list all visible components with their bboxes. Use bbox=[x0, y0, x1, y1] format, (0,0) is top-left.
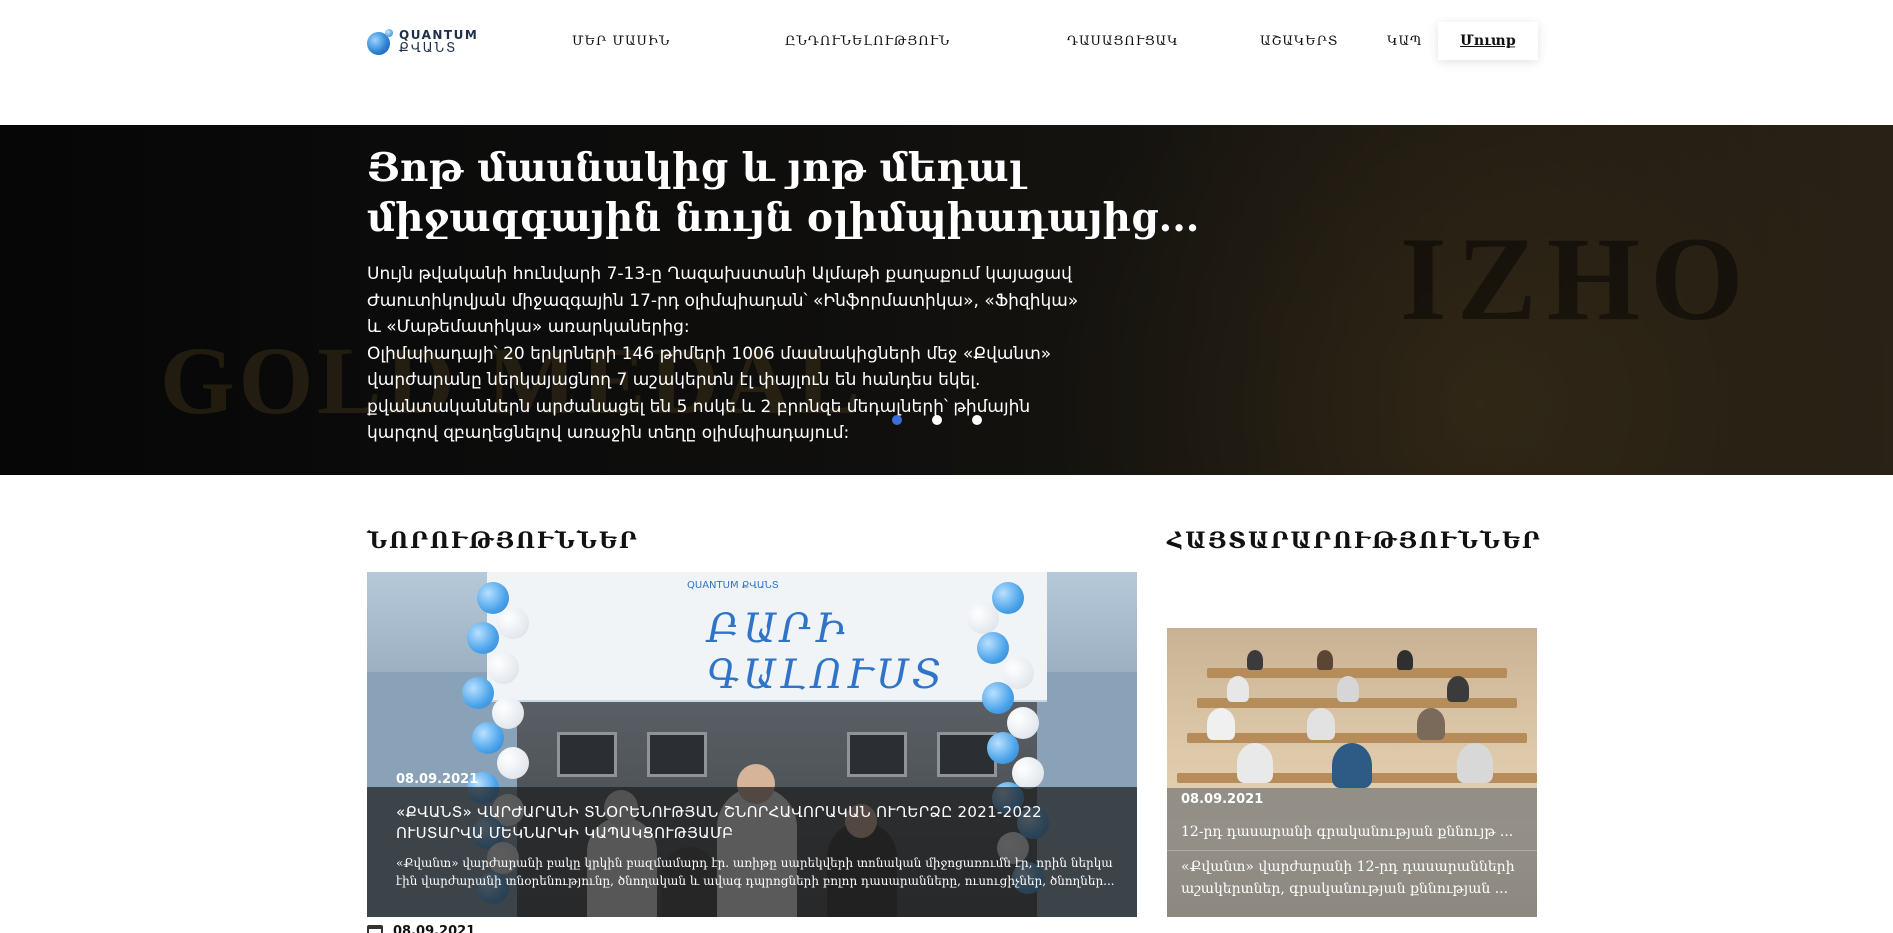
slider-dot-3[interactable] bbox=[972, 415, 982, 425]
banner-logo: QUANTUM ՔՎԱՆՏ bbox=[687, 580, 779, 591]
nav-item-schedule[interactable]: ԴԱՍԱՑՈՒՑԱԿ bbox=[1067, 34, 1179, 49]
nav-item-contact[interactable]: ԿԱՊ bbox=[1387, 34, 1422, 49]
hero-slider: GOLD MEDAL IZHO Յոթ մասնակից և յոթ մեդալ… bbox=[0, 125, 1893, 475]
news-headline[interactable]: «ՔՎԱՆՏ» ՎԱՐԺԱՐԱՆԻ ՏՆՕՐԵՆՈՒԹՅԱՆ ՇՆՈՐՀԱՎՈՐ… bbox=[396, 802, 1116, 844]
nav-item-student[interactable]: ԱՇԱԿԵՐՏ bbox=[1260, 34, 1338, 49]
calendar-icon bbox=[367, 924, 383, 933]
news-card[interactable]: QUANTUM ՔՎԱՆՏ ԲԱՐԻ ԳԱԼՈՒՍՏ 08.09.2021 «Ք… bbox=[367, 572, 1137, 917]
announcements-section-title: ՀԱՅՏԱՐԱՐՈՒԹՅՈՒՆՆԵՐ bbox=[1167, 528, 1542, 554]
login-button[interactable]: Մուտք bbox=[1438, 22, 1538, 60]
news-next-date-text: 08.09.2021 bbox=[393, 924, 476, 933]
announcement-date: 08.09.2021 bbox=[1181, 792, 1264, 807]
site-header: QUANTUM ՔՎԱՆՏ ՄԵՐ ՄԱՍԻՆ ԸՆԴՈՒՆԵԼՈՒԹՅՈՒՆ … bbox=[0, 0, 1893, 125]
slider-pagination bbox=[892, 415, 982, 425]
news-section-title: ՆՈՐՈՒԹՅՈՒՆՆԵՐ bbox=[367, 528, 639, 554]
news-next-date: 08.09.2021 bbox=[367, 924, 475, 933]
announcement-divider bbox=[1167, 850, 1537, 851]
nav-item-about[interactable]: ՄԵՐ ՄԱՍԻՆ bbox=[572, 34, 670, 49]
logo-line-1: QUANTUM bbox=[399, 28, 479, 42]
nav-item-admission[interactable]: ԸՆԴՈՒՆԵԼՈՒԹՅՈՒՆ bbox=[785, 34, 950, 49]
hero-paragraph-2: Օլիմպիադայի՝ 20 երկրների 146 թիմերի 1006… bbox=[367, 343, 1052, 391]
hero-paragraph-1: Սույն թվականի հունվարի 7-13-ը Ղազախստանի… bbox=[367, 264, 1079, 337]
logo-wordmark: QUANTUM ՔՎԱՆՏ bbox=[399, 28, 478, 56]
slider-dot-1[interactable] bbox=[892, 415, 902, 425]
announcement-card[interactable]: 08.09.2021 12-րդ դասարանի գրականության ք… bbox=[1167, 628, 1537, 917]
news-date: 08.09.2021 bbox=[396, 772, 479, 787]
announcement-headline[interactable]: 12-րդ դասարանի գրականության քննույթ ... bbox=[1181, 824, 1526, 840]
news-excerpt: «Քվանտ» վարժարանի բակը կրկին բազմամարդ է… bbox=[396, 856, 1115, 888]
logo-line-2: ՔՎԱՆՏ bbox=[399, 41, 458, 56]
hero-title: Յոթ մասնակից և յոթ մեդալ միջազգային նույ… bbox=[367, 145, 1200, 241]
site-logo[interactable]: QUANTUM ՔՎԱՆՏ bbox=[367, 28, 478, 56]
slider-dot-2[interactable] bbox=[932, 415, 942, 425]
announcement-excerpt: «Քվանտ» վարժարանի 12-րդ դասարանների աշակ… bbox=[1181, 859, 1515, 897]
logo-spheres-icon bbox=[367, 29, 393, 55]
